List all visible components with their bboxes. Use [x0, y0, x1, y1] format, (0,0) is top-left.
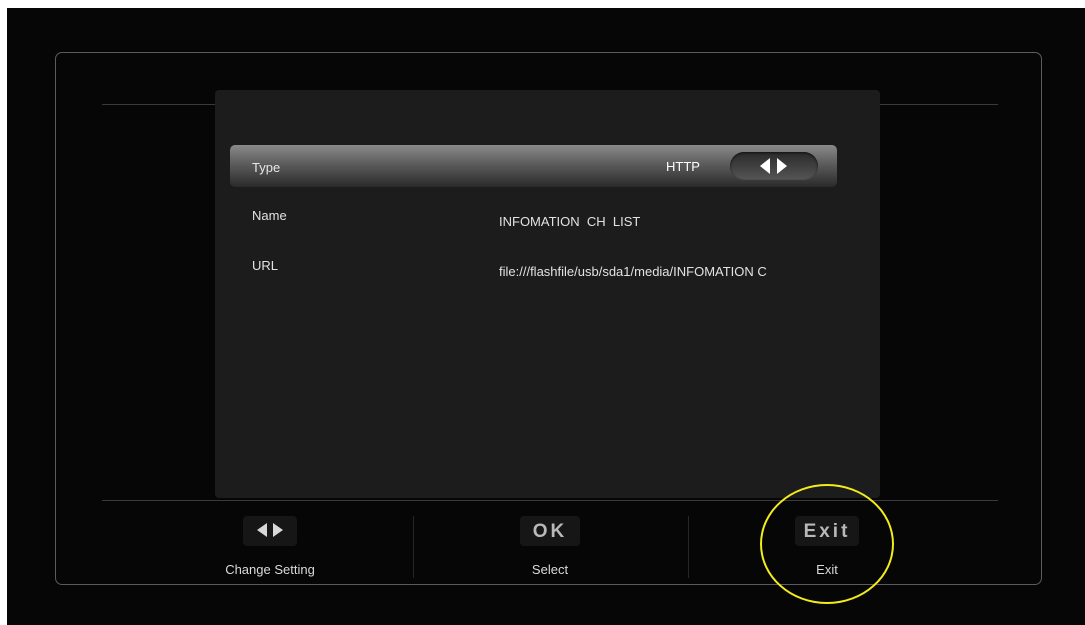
url-value[interactable]: file:///flashfile/usb/sda1/media/INFOMAT…: [499, 264, 767, 279]
exit-caption: Exit: [816, 562, 838, 577]
legend-change-setting[interactable]: Change Setting: [200, 512, 340, 578]
legend-separator: [413, 516, 414, 578]
legend-separator: [688, 516, 689, 578]
legend-exit[interactable]: Exit Exit: [757, 512, 897, 578]
exit-key: Exit: [795, 516, 859, 546]
url-label[interactable]: URL: [252, 258, 278, 273]
name-label[interactable]: Name: [252, 208, 287, 223]
arrow-left-icon: [760, 158, 770, 174]
bottom-divider: [102, 500, 998, 501]
top-divider-right: [880, 104, 998, 105]
legend-select[interactable]: OK Select: [480, 512, 620, 578]
settings-row-type[interactable]: Type HTTP: [230, 145, 837, 187]
top-divider-left: [102, 104, 215, 105]
legend-arrow-left-icon: [257, 523, 267, 537]
left-right-arrows-icon: [243, 516, 297, 546]
select-caption: Select: [531, 562, 569, 577]
type-label: Type: [252, 160, 281, 175]
ok-key-label: OK: [532, 521, 568, 542]
change-setting-caption: Change Setting: [225, 562, 315, 577]
ok-key: OK: [520, 516, 580, 546]
type-selector-arrows[interactable]: [730, 152, 818, 180]
arrow-right-icon: [777, 158, 787, 174]
type-value: HTTP: [666, 159, 700, 174]
exit-key-label: Exit: [803, 521, 851, 542]
legend-arrow-right-icon: [273, 523, 283, 537]
name-value[interactable]: INFOMATION CH LIST: [499, 214, 640, 229]
